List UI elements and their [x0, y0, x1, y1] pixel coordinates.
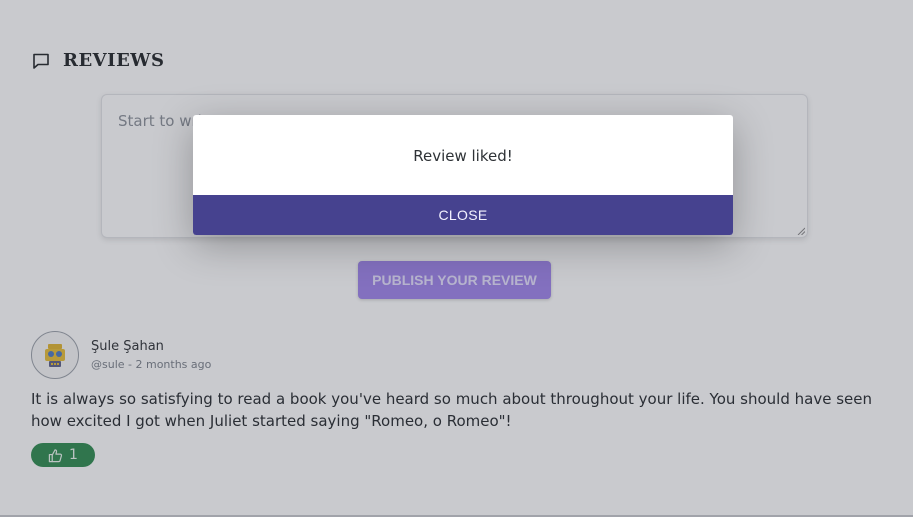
modal-backdrop[interactable]	[0, 0, 913, 517]
page: REVIEWS Start to wri PUBLISH YOUR REVIEW…	[0, 0, 913, 517]
modal-message: Review liked!	[413, 147, 513, 165]
close-button[interactable]: CLOSE	[193, 195, 733, 235]
notification-modal: Review liked! CLOSE	[193, 115, 733, 235]
